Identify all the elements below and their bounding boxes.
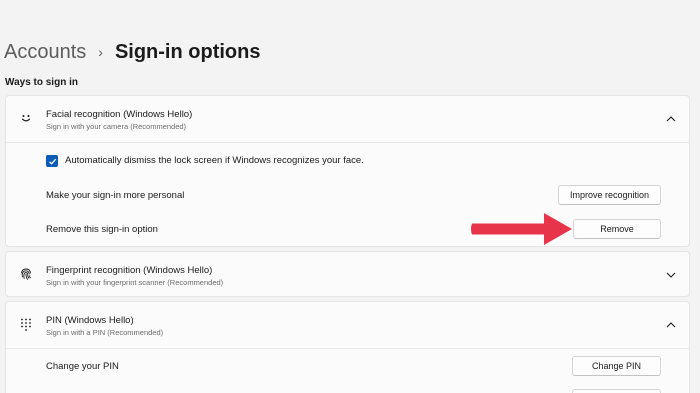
chevron-down-icon[interactable] xyxy=(665,269,677,281)
breadcrumb-accounts-link[interactable]: Accounts xyxy=(4,41,86,64)
keypad-icon xyxy=(19,317,33,331)
fingerprint-recognition-header[interactable]: Fingerprint recognition (Windows Hello) … xyxy=(6,252,689,298)
personal-sign-in-label: Make your sign-in more personal xyxy=(46,190,185,201)
pin-header[interactable]: PIN (Windows Hello) Sign in with a PIN (… xyxy=(6,302,689,348)
red-arrow-annotation xyxy=(471,213,572,245)
smiley-face-icon xyxy=(19,111,33,125)
breadcrumb: Accounts › Sign-in options xyxy=(4,38,260,66)
fingerprint-recognition-title: Fingerprint recognition (Windows Hello) xyxy=(46,265,213,276)
facial-recognition-subtitle: Sign in with your camera (Recommended) xyxy=(46,122,187,131)
chevron-up-icon[interactable] xyxy=(665,319,677,331)
dismiss-lock-screen-checkbox[interactable] xyxy=(46,155,58,167)
remove-button[interactable]: Remove xyxy=(573,219,661,239)
page-title: Sign-in options xyxy=(114,40,261,63)
pin-title: PIN (Windows Hello) xyxy=(46,315,134,326)
facial-recognition-card: Facial recognition (Windows Hello) Sign … xyxy=(5,95,690,247)
pin-body: Change your PIN Change PIN xyxy=(6,348,689,393)
chevron-up-icon[interactable] xyxy=(665,113,677,125)
fingerprint-recognition-subtitle: Sign in with your fingerprint scanner (R… xyxy=(46,278,224,287)
remove-sign-in-label: Remove this sign-in option xyxy=(46,224,158,235)
dismiss-lock-screen-label: Automatically dismiss the lock screen if… xyxy=(65,155,364,166)
change-pin-label: Change your PIN xyxy=(46,361,119,372)
facial-recognition-header[interactable]: Facial recognition (Windows Hello) Sign … xyxy=(6,96,689,142)
fingerprint-recognition-card: Fingerprint recognition (Windows Hello) … xyxy=(5,251,690,297)
section-title: Ways to sign in xyxy=(5,77,78,88)
breadcrumb-separator: › xyxy=(98,44,103,60)
change-pin-button[interactable]: Change PIN xyxy=(572,356,661,376)
facial-recognition-body: Automatically dismiss the lock screen if… xyxy=(6,142,689,247)
pin-secondary-button[interactable] xyxy=(572,389,661,393)
settings-page: Accounts › Sign-in options Ways to sign … xyxy=(0,0,700,393)
pin-card: PIN (Windows Hello) Sign in with a PIN (… xyxy=(5,301,690,393)
facial-recognition-title: Facial recognition (Windows Hello) xyxy=(46,109,193,120)
fingerprint-icon xyxy=(19,267,33,281)
improve-recognition-button[interactable]: Improve recognition xyxy=(558,185,661,205)
pin-subtitle: Sign in with a PIN (Recommended) xyxy=(46,328,164,337)
